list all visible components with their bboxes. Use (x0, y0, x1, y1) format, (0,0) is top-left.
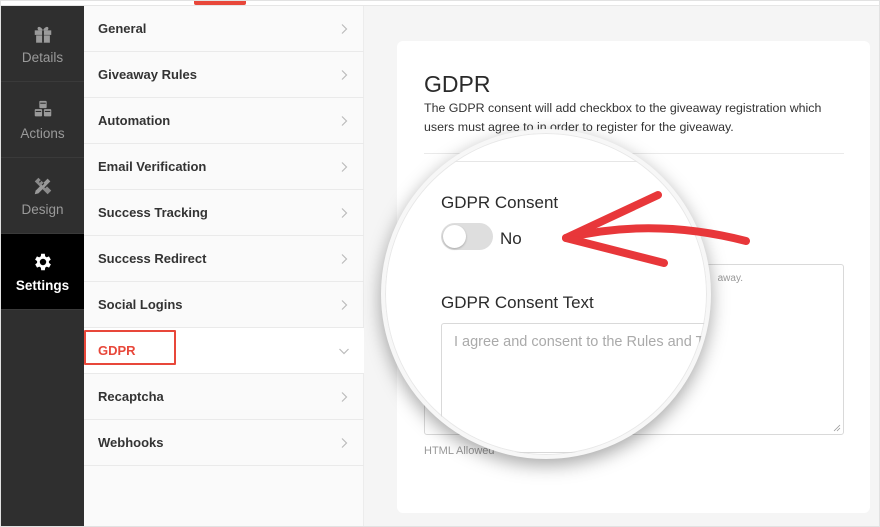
gdpr-consent-text-input[interactable]: I agree and consent to the Rules and Ter… (441, 323, 711, 453)
menu-item-social-logins[interactable]: Social Logins (84, 282, 364, 328)
chevron-right-icon (341, 391, 348, 402)
cubes-icon (34, 100, 51, 116)
menu-item-automation[interactable]: Automation (84, 98, 364, 144)
menu-item-label: Recaptcha (98, 389, 164, 404)
divider (425, 161, 707, 162)
pencil-ruler-icon (34, 177, 51, 194)
page-title: GDPR (424, 71, 491, 97)
magnifier-lens: GDPR Consent No GDPR Consent Text I agre… (381, 129, 711, 459)
gdpr-highlight-box (84, 330, 176, 365)
chevron-right-icon (341, 69, 348, 80)
menu-item-general[interactable]: General (84, 6, 364, 52)
menu-item-label: General (98, 21, 147, 36)
active-tab-indicator (194, 1, 246, 5)
chevron-right-icon (341, 207, 348, 218)
menu-item-label: Email Verification (98, 159, 207, 174)
menu-item-label: Automation (98, 113, 171, 128)
menu-item-label: Success Tracking (98, 205, 208, 220)
menu-item-email-verification[interactable]: Email Verification (84, 144, 364, 190)
app-frame: Details Actions Design Settings General … (0, 0, 880, 527)
menu-item-label: Giveaway Rules (98, 67, 197, 82)
textarea-placeholder: I agree and consent to the Rules and Ter… (454, 334, 711, 350)
chevron-right-icon (341, 437, 348, 448)
gdpr-consent-text-label: GDPR Consent Text (441, 293, 594, 312)
annotation-arrow-icon (562, 191, 750, 267)
rail-item-label: Settings (15, 277, 70, 293)
toggle-state-label: No (500, 229, 522, 248)
chevron-down-icon (339, 348, 349, 354)
page-description: The GDPR consent will add checkbox to th… (424, 101, 822, 134)
chevron-right-icon (341, 161, 348, 172)
resize-grip-icon[interactable] (833, 424, 841, 432)
icon-rail: Details Actions Design Settings (1, 6, 84, 526)
chevron-right-icon (341, 23, 348, 34)
rail-item-design[interactable]: Design (1, 158, 84, 234)
chevron-right-icon (341, 253, 348, 264)
chevron-right-icon (341, 299, 348, 310)
menu-item-label: Social Logins (98, 297, 183, 312)
menu-item-recaptcha[interactable]: Recaptcha (84, 374, 364, 420)
menu-item-giveaway-rules[interactable]: Giveaway Rules (84, 52, 364, 98)
menu-item-success-redirect[interactable]: Success Redirect (84, 236, 364, 282)
gift-icon (34, 26, 51, 43)
gdpr-consent-toggle[interactable] (441, 223, 493, 250)
settings-menu: General Giveaway Rules Automation Email … (84, 6, 364, 526)
gear-icon (34, 253, 51, 270)
menu-item-webhooks[interactable]: Webhooks (84, 420, 364, 466)
rail-item-details[interactable]: Details (1, 6, 84, 82)
menu-item-success-tracking[interactable]: Success Tracking (84, 190, 364, 236)
top-bar (1, 1, 879, 6)
rail-item-label: Details (21, 49, 64, 65)
rail-item-settings[interactable]: Settings (1, 234, 84, 310)
gdpr-consent-label: GDPR Consent (441, 193, 559, 212)
menu-item-label: Success Redirect (98, 251, 207, 266)
chevron-right-icon (341, 115, 348, 126)
rail-item-label: Actions (20, 125, 65, 141)
toggle-knob (443, 225, 466, 248)
menu-item-label: Webhooks (98, 435, 164, 450)
rail-item-label: Design (21, 201, 64, 217)
rail-item-actions[interactable]: Actions (1, 82, 84, 158)
